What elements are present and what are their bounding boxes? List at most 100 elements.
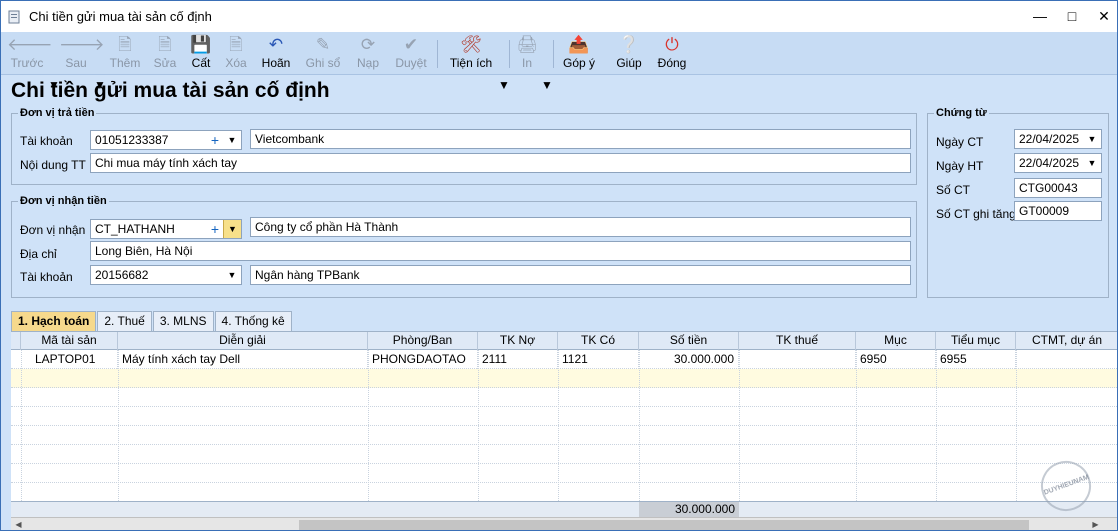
feedback-button[interactable]: 📤 Góp ý	[561, 34, 597, 73]
receiver-address-label: Địa chỉ	[20, 247, 57, 261]
payer-account-value: 01051233387	[95, 133, 169, 147]
next-button[interactable]: 🡒 Sau	[59, 34, 105, 73]
payer-account-label: Tài khoản	[20, 134, 73, 148]
chevron-down-icon[interactable]: ▼	[1083, 154, 1101, 172]
payer-legend: Đơn vị trả tiền	[20, 107, 95, 119]
voucher-date-ct-value: 22/04/2025	[1019, 132, 1080, 146]
receiver-account-combobox[interactable]: 20156682 ▼	[90, 265, 242, 285]
edit-document-icon: 🗎	[158, 35, 172, 54]
chevron-down-icon[interactable]: ▼	[223, 131, 241, 149]
payer-account-combobox[interactable]: 01051233387 + ▼	[90, 130, 242, 150]
voucher-no-label: Số CT	[936, 183, 971, 197]
app-window: Chi tiền gửi mua tài sản cố định — □ ✕ 🡐…	[0, 0, 1118, 531]
delete-button[interactable]: 🗎 Xóa	[221, 34, 251, 73]
voucher-inc-field[interactable]: GT00009	[1014, 201, 1102, 221]
help-button[interactable]: ❔ Giúp	[613, 34, 645, 73]
new-document-icon: 🗎	[118, 35, 132, 54]
voucher-no-field[interactable]: CTG00043	[1014, 178, 1102, 198]
grid-footer: 30.000.000	[11, 501, 1117, 518]
chevron-down-icon[interactable]: ▼	[223, 220, 241, 238]
add-button[interactable]: 🗎 Thêm	[107, 34, 143, 73]
accounting-grid: Mã tài sản Diễn giải Phòng/Ban TK Nợ TK …	[11, 331, 1117, 501]
close-button[interactable]: ⏻ Đóng	[655, 34, 689, 73]
title-bar: Chi tiền gửi mua tài sản cố định — □ ✕	[1, 1, 1117, 32]
feedback-icon: 📤	[568, 35, 590, 54]
receiver-unit-label: Đơn vị nhận	[20, 223, 86, 237]
tab-mlns[interactable]: 3. MLNS	[152, 311, 214, 331]
detail-tabs: 1. Hạch toán 2. Thuế 3. MLNS 4. Thống kê	[11, 311, 293, 331]
toolbar-separator	[509, 40, 510, 68]
load-button[interactable]: ⟳ Nạp	[353, 34, 383, 73]
scroll-left-icon[interactable]: ◀	[11, 518, 26, 530]
save-icon: 💾	[190, 35, 212, 54]
voucher-inc-label: Số CT ghi tăng	[936, 207, 1016, 221]
power-icon: ⏻	[665, 35, 679, 54]
col-department[interactable]: Phòng/Ban	[368, 332, 478, 350]
col-item[interactable]: Mục	[856, 332, 936, 350]
receiver-name-field[interactable]: Công ty cổ phần Hà Thành	[250, 217, 911, 237]
save-button[interactable]: 💾 Cất	[185, 34, 217, 73]
utilities-button[interactable]: 🛠 Tiện ích	[447, 34, 495, 73]
undo-button[interactable]: ↶ Hoãn	[259, 34, 293, 73]
page-title: Chi tiền gửi mua tài sản cố định	[11, 79, 330, 102]
scroll-right-icon[interactable]: ▶	[1088, 518, 1103, 530]
checkmark-icon: ✔	[403, 35, 419, 54]
col-project[interactable]: CTMT, dự án	[1016, 332, 1117, 350]
edit-button[interactable]: 🗎 Sửa	[149, 34, 181, 73]
minimize-icon[interactable]: —	[1033, 7, 1047, 25]
voucher-date-ht-value: 22/04/2025	[1019, 156, 1080, 170]
scroll-thumb[interactable]	[299, 520, 1029, 530]
approve-button[interactable]: ✔ Duyệt	[392, 34, 430, 73]
receiver-bank-field[interactable]: Ngân hàng TPBank	[250, 265, 911, 285]
receiver-unit-combobox[interactable]: CT_HATHANH + ▼	[90, 219, 242, 239]
tab-thue[interactable]: 2. Thuế	[97, 311, 152, 331]
add-icon[interactable]: +	[211, 220, 219, 238]
col-amount[interactable]: Số tiền	[639, 332, 739, 350]
print-button[interactable]: 🖨 In	[515, 34, 539, 73]
col-asset-code[interactable]: Mã tài sản	[21, 332, 118, 350]
receiver-account-value: 20156682	[95, 268, 149, 282]
toolbar: 🡐 Trước ▼ 🡒 Sau ▼ 🗎 Thêm 🗎 Sửa 💾 Cất 🗎 X…	[1, 32, 1117, 92]
delete-document-icon: 🗎	[229, 35, 243, 54]
maximize-icon[interactable]: □	[1065, 7, 1079, 25]
receiver-address-field[interactable]: Long Biên, Hà Nội	[90, 241, 911, 261]
voucher-date-ht-label: Ngày HT	[936, 159, 984, 173]
voucher-date-ht-picker[interactable]: 22/04/2025 ▼	[1014, 153, 1102, 173]
refresh-icon: ⟳	[360, 35, 376, 54]
tools-icon: 🛠	[460, 35, 482, 54]
chevron-down-icon[interactable]: ▼	[223, 266, 241, 284]
back-button[interactable]: 🡐 Trước	[7, 34, 53, 73]
add-icon[interactable]: +	[211, 131, 219, 149]
print-dropdown-icon[interactable]: ▼	[541, 78, 553, 92]
tab-thong-ke[interactable]: 4. Thống kê	[214, 311, 292, 331]
col-credit-account[interactable]: TK Có	[558, 332, 639, 350]
post-button[interactable]: ✎ Ghi sổ	[303, 34, 343, 73]
grid-header: Mã tài sản Diễn giải Phòng/Ban TK Nợ TK …	[11, 332, 1117, 350]
toolbar-separator	[437, 40, 438, 68]
voucher-legend: Chứng từ	[936, 107, 987, 119]
receiver-account-label: Tài khoản	[20, 270, 73, 284]
tab-hach-toan[interactable]: 1. Hạch toán	[11, 311, 97, 331]
window-title: Chi tiền gửi mua tài sản cố định	[29, 9, 212, 24]
chevron-down-icon[interactable]: ▼	[1083, 130, 1101, 148]
payer-content-field[interactable]: Chi mua máy tính xách tay	[90, 153, 911, 173]
grid-column-lines	[21, 350, 1017, 501]
pencil-icon: ✎	[315, 35, 331, 54]
printer-icon: 🖨	[516, 35, 538, 54]
col-subitem[interactable]: Tiểu mục	[936, 332, 1016, 350]
receiver-legend: Đơn vị nhận tiền	[20, 195, 107, 207]
utilities-dropdown-icon[interactable]: ▼	[498, 78, 510, 92]
arrow-left-icon: 🡐	[7, 35, 53, 54]
payer-bank-field[interactable]: Vietcombank	[250, 129, 911, 149]
receiver-unit-value: CT_HATHANH	[95, 222, 175, 236]
total-amount: 30.000.000	[639, 502, 739, 518]
col-description[interactable]: Diễn giải	[118, 332, 368, 350]
col-tax-account[interactable]: TK thuế	[739, 332, 856, 350]
voucher-date-ct-label: Ngày CT	[936, 135, 984, 149]
app-icon	[7, 10, 21, 24]
row-indicator-header	[11, 332, 21, 350]
horizontal-scrollbar[interactable]: ◀ ▶	[11, 517, 1117, 530]
voucher-date-ct-picker[interactable]: 22/04/2025 ▼	[1014, 129, 1102, 149]
col-debit-account[interactable]: TK Nợ	[478, 332, 558, 350]
close-window-icon[interactable]: ✕	[1097, 7, 1111, 25]
